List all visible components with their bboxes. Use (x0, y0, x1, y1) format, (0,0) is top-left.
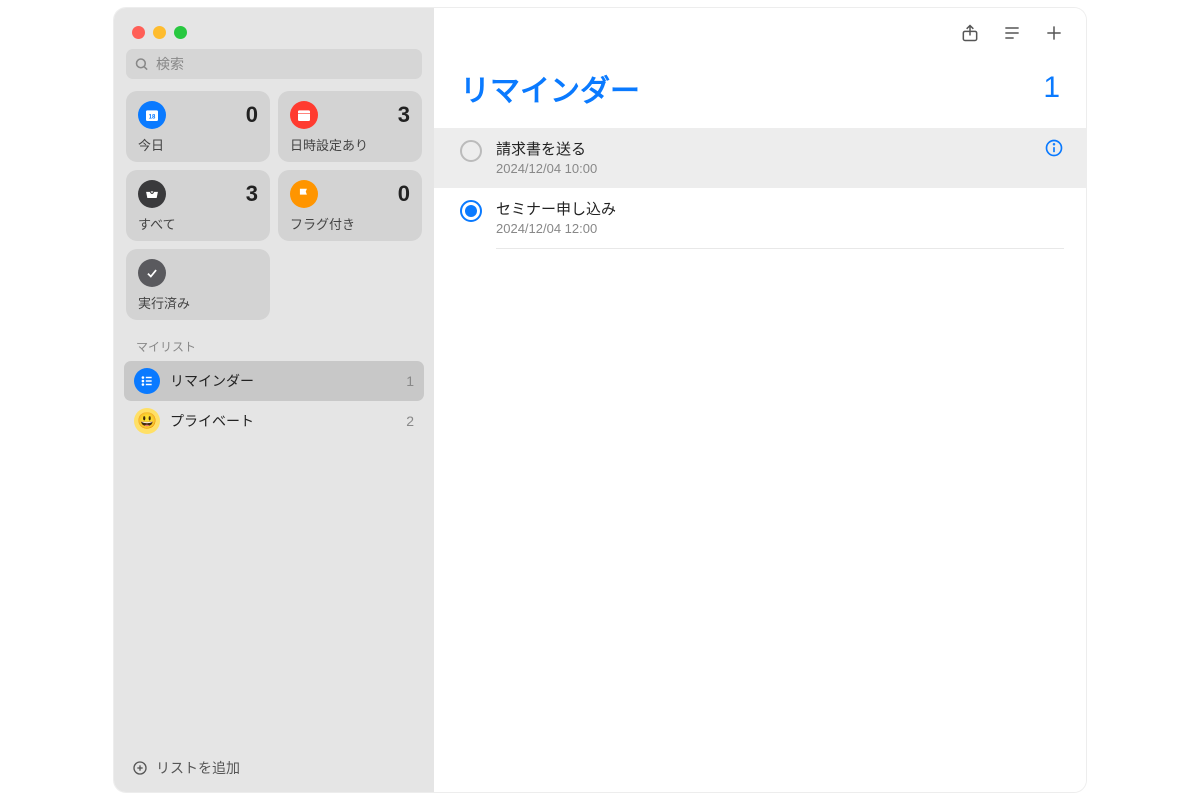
search-input[interactable] (126, 49, 422, 79)
smart-list-completed[interactable]: 実行済み (126, 249, 270, 320)
flag-icon (290, 180, 318, 208)
smart-today-label: 今日 (138, 135, 258, 154)
app-window: 18 0 今日 3 日時設定あり (114, 8, 1086, 792)
reminder-item[interactable]: 請求書を送る 2024/12/04 10:00 (434, 128, 1086, 188)
add-list-button[interactable]: リストを追加 (114, 744, 434, 792)
emoji-smile-icon: 😃 (134, 408, 160, 434)
search-box (126, 49, 422, 79)
info-button[interactable] (1044, 138, 1064, 158)
smart-list-scheduled[interactable]: 3 日時設定あり (278, 91, 422, 162)
search-icon (134, 57, 149, 72)
view-options-button[interactable] (1002, 23, 1022, 43)
divider (496, 248, 1064, 249)
reminder-item[interactable]: セミナー申し込み 2024/12/04 12:00 (434, 188, 1086, 248)
list-name: プライベート (170, 411, 396, 431)
add-list-label: リストを追加 (156, 758, 240, 778)
list-item-reminders[interactable]: リマインダー 1 (124, 361, 424, 401)
minimize-window-button[interactable] (153, 26, 166, 39)
list-title: リマインダー (460, 66, 640, 110)
smart-flagged-count: 0 (398, 181, 410, 207)
plus-circle-icon (132, 760, 148, 776)
list-name: リマインダー (170, 371, 396, 391)
smart-list-today[interactable]: 18 0 今日 (126, 91, 270, 162)
calendar-icon (290, 101, 318, 129)
reminder-list: 請求書を送る 2024/12/04 10:00 セミナー申し込み 2024/12… (434, 128, 1086, 249)
smart-scheduled-count: 3 (398, 102, 410, 128)
svg-text:18: 18 (149, 114, 156, 120)
window-controls (114, 8, 434, 49)
reminder-date: 2024/12/04 12:00 (496, 221, 1064, 236)
list-count: 1 (406, 373, 414, 389)
reminder-title: 請求書を送る (496, 138, 1030, 159)
my-lists-header: マイリスト (114, 328, 434, 361)
inbox-icon (138, 180, 166, 208)
smart-list-flagged[interactable]: 0 フラグ付き (278, 170, 422, 241)
share-button[interactable] (960, 23, 980, 43)
calendar-today-icon: 18 (138, 101, 166, 129)
smart-scheduled-label: 日時設定あり (290, 135, 410, 154)
toolbar (434, 8, 1086, 58)
add-reminder-button[interactable] (1044, 23, 1064, 43)
smart-completed-label: 実行済み (138, 293, 258, 312)
smart-lists: 18 0 今日 3 日時設定あり (114, 91, 434, 328)
my-lists: リマインダー 1 😃 プライベート 2 (114, 361, 434, 441)
reminder-title: セミナー申し込み (496, 198, 1064, 219)
main-panel: リマインダー 1 請求書を送る 2024/12/04 10:00 セミナー申し込… (434, 8, 1086, 792)
sidebar: 18 0 今日 3 日時設定あり (114, 8, 434, 792)
smart-today-count: 0 (246, 102, 258, 128)
smart-list-all[interactable]: 3 すべて (126, 170, 270, 241)
complete-toggle[interactable] (460, 140, 482, 162)
reminder-date: 2024/12/04 10:00 (496, 161, 1030, 176)
smart-all-count: 3 (246, 181, 258, 207)
checkmark-icon (138, 259, 166, 287)
smart-flagged-label: フラグ付き (290, 214, 410, 233)
smart-all-label: すべて (138, 214, 258, 233)
list-bullet-icon (134, 368, 160, 394)
list-total-count: 1 (1043, 71, 1060, 105)
close-window-button[interactable] (132, 26, 145, 39)
maximize-window-button[interactable] (174, 26, 187, 39)
list-item-private[interactable]: 😃 プライベート 2 (124, 401, 424, 441)
complete-toggle[interactable] (460, 200, 482, 222)
list-count: 2 (406, 413, 414, 429)
list-header: リマインダー 1 (434, 58, 1086, 128)
